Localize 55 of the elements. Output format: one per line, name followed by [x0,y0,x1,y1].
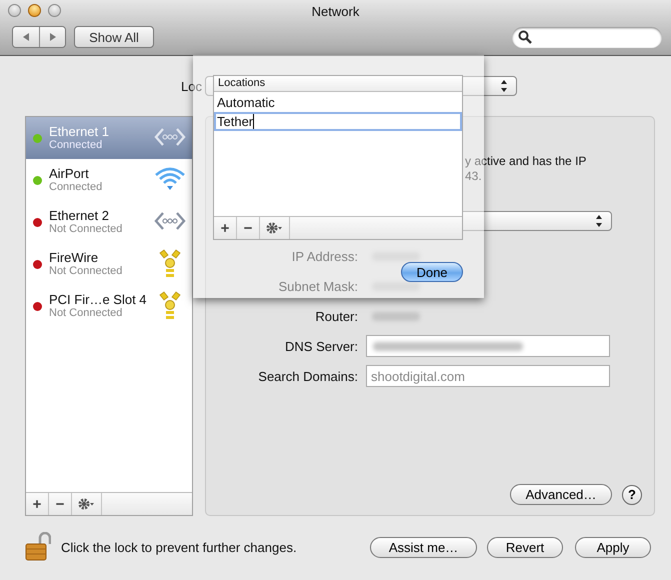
location-name-field[interactable]: Tether [214,112,462,131]
action-button[interactable]: Revert [487,536,563,558]
service-name: FireWire [49,250,100,265]
location-label: Loc [181,78,203,94]
close-button[interactable] [8,4,21,17]
field-label: Router: [314,308,358,324]
help-button[interactable]: ? [622,484,642,504]
back-icon [21,32,31,42]
service-item[interactable]: FireWire Not Connected [26,243,192,285]
lock-icon [25,532,51,562]
show-all-button[interactable]: Show All [74,26,154,48]
field-label: DNS Server: [284,338,358,354]
field-label: IP Address: [290,248,358,264]
service-status: Connected [49,181,104,194]
gear-icon [78,498,96,510]
service-name: Ethernet 2 [49,208,110,223]
action-button[interactable]: Apply [575,536,651,558]
list-button[interactable]: + [26,493,49,515]
action-button[interactable]: Assist me… [370,536,477,558]
service-status: Not Connected [49,223,124,236]
service-status: Not Connected [49,265,124,278]
minimize-button[interactable] [28,4,41,17]
lock-message: Click the lock to prevent further changes. [61,540,297,554]
search-field[interactable] [512,26,662,48]
search-icon [518,30,532,44]
service-name: AirPort [49,166,90,181]
window-title: Network [312,3,360,19]
stepper-icon [500,79,508,93]
status-text: y active and has the IP [465,154,588,169]
service-name: Ethernet 1 [49,124,110,139]
list-button[interactable]: − [49,493,72,515]
service-status: Not Connected [49,307,124,320]
advanced-button[interactable]: Advanced… [510,484,612,505]
field-label: Subnet Mask: [278,278,358,294]
service-status: Connected [49,139,104,152]
status-text: 43. [465,169,483,184]
location-item[interactable]: Automatic [214,94,462,112]
service-name: PCI Fir…e Slot 4 [49,292,148,307]
input-field[interactable]: shootdigital.com [366,365,610,387]
input-field[interactable] [366,335,610,357]
stepper-icon [595,214,603,228]
service-item[interactable]: Ethernet 2 Not Connected [26,201,192,243]
list-button[interactable]: − [237,217,260,239]
service-item[interactable]: PCI Fir…e Slot 4 Not Connected [26,285,192,327]
back-button[interactable] [13,27,39,47]
list-button[interactable]: + [214,217,237,239]
service-item[interactable]: AirPort Connected [26,159,192,201]
gear-icon [266,222,284,234]
blurred-value [372,312,420,320]
done-button[interactable]: Done [401,262,463,282]
zoom-button[interactable] [48,4,61,17]
forward-icon [48,32,58,42]
column-header: Locations [214,76,462,92]
forward-button[interactable] [39,27,65,47]
field-label: Search Domains: [257,368,358,384]
